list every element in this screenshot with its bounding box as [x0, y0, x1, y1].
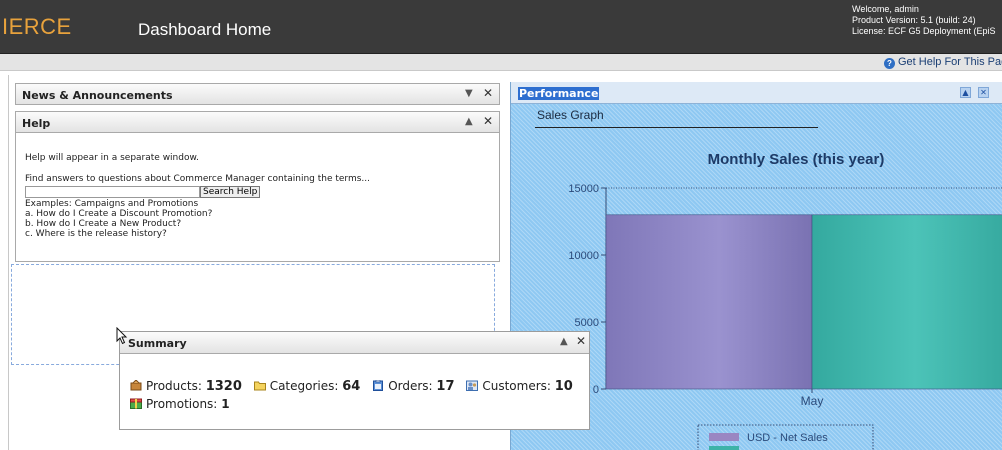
expand-arrow-icon[interactable]: ▼ — [465, 88, 473, 99]
get-help-label: Get Help For This Pag — [898, 56, 1002, 68]
legend-swatch — [709, 446, 739, 450]
promotions-count: 1 — [221, 397, 230, 411]
categories-count: 64 — [342, 379, 361, 394]
help-portlet-header[interactable]: Help ▲ ✕ — [15, 111, 500, 133]
help-example-link[interactable]: c. Where is the release history? — [25, 229, 490, 239]
mouse-cursor-icon — [116, 327, 128, 345]
license-text: License: ECF G5 Deployment (EpiS — [852, 26, 996, 36]
orders-label: Orders: — [388, 379, 433, 393]
categories-stat[interactable]: Categories: 64 — [253, 379, 361, 394]
help-bar: ? Get Help For This Pag — [0, 54, 1002, 71]
summary-portlet[interactable]: Summary ▲ ✕ Products: 1320 Categories: 6… — [119, 331, 590, 430]
summary-portlet-title: Summary — [128, 337, 187, 350]
customers-label: Customers: — [482, 379, 551, 393]
y-tick-label: 10000 — [568, 250, 599, 262]
left-divider — [8, 75, 9, 450]
help-portlet-title: Help — [22, 117, 51, 130]
product-box-icon — [130, 380, 142, 391]
help-find-text: Find answers to questions about Commerce… — [25, 174, 370, 184]
news-portlet-header[interactable]: News & Announcements ▼ ✕ — [15, 83, 500, 105]
brand-logo: IERCE — [2, 14, 72, 39]
get-help-link[interactable]: ? Get Help For This Pag — [884, 56, 1002, 69]
customers-stat[interactable]: Customers: 10 — [466, 379, 573, 394]
page-title: Dashboard Home — [138, 20, 272, 39]
close-icon[interactable]: ✕ — [483, 114, 493, 128]
products-stat[interactable]: Products: 1320 — [130, 379, 242, 394]
help-example-link[interactable]: a. How do I Create a Discount Promotion? — [25, 209, 490, 219]
legend-label: USD - Net Sales — [747, 432, 828, 444]
clipboard-icon — [373, 380, 384, 391]
question-circle-icon: ? — [884, 58, 895, 69]
folder-icon — [253, 381, 266, 391]
orders-count: 17 — [436, 379, 455, 394]
product-version: Product Version: 5.1 (build: 24) — [852, 15, 976, 25]
customers-icon — [466, 380, 479, 391]
legend-swatch — [709, 433, 739, 441]
help-search-row: Search Help — [25, 186, 490, 199]
collapse-arrow-icon[interactable]: ▲ — [465, 116, 473, 127]
products-label: Products: — [146, 379, 202, 393]
close-icon[interactable]: ✕ — [576, 334, 586, 348]
orders-stat[interactable]: Orders: 17 — [372, 379, 455, 394]
chart-title: Monthly Sales (this year) — [708, 151, 885, 168]
promotion-icon — [130, 398, 142, 409]
summary-portlet-header[interactable]: Summary ▲ ✕ — [120, 332, 589, 354]
help-search-input[interactable] — [25, 186, 200, 198]
close-icon[interactable]: ✕ — [483, 86, 493, 100]
bar-series-2 — [811, 214, 1002, 390]
y-tick-label: 5000 — [575, 317, 599, 329]
promotions-stat[interactable]: Promotions: 1 — [130, 397, 230, 411]
products-count: 1320 — [205, 379, 242, 394]
search-help-button[interactable]: Search Help — [200, 186, 261, 198]
help-portlet-body: Help will appear in a separate window. F… — [15, 133, 500, 262]
news-portlet-title: News & Announcements — [22, 89, 173, 102]
customers-count: 10 — [554, 379, 573, 394]
summary-stats-row: Products: 1320 Categories: 64 Orders: 17… — [130, 379, 581, 394]
help-example-link[interactable]: b. How do I Create a New Product? — [25, 219, 490, 229]
y-tick-label: 15000 — [568, 183, 599, 195]
user-info: Welcome, admin Product Version: 5.1 (bui… — [852, 4, 1002, 37]
collapse-arrow-icon[interactable]: ▲ — [560, 336, 568, 347]
welcome-text: Welcome, admin — [852, 4, 919, 14]
categories-label: Categories: — [269, 379, 339, 393]
x-tick-label: May — [801, 394, 824, 408]
promotions-label: Promotions: — [146, 397, 218, 411]
bar-net-sales — [605, 214, 813, 390]
top-header: IERCE Dashboard Home Welcome, admin Prod… — [0, 0, 1002, 54]
y-tick-label: 0 — [593, 384, 599, 396]
help-intro: Help will appear in a separate window. — [25, 153, 199, 163]
examples-label: Examples: Campaigns and Promotions — [25, 199, 199, 209]
